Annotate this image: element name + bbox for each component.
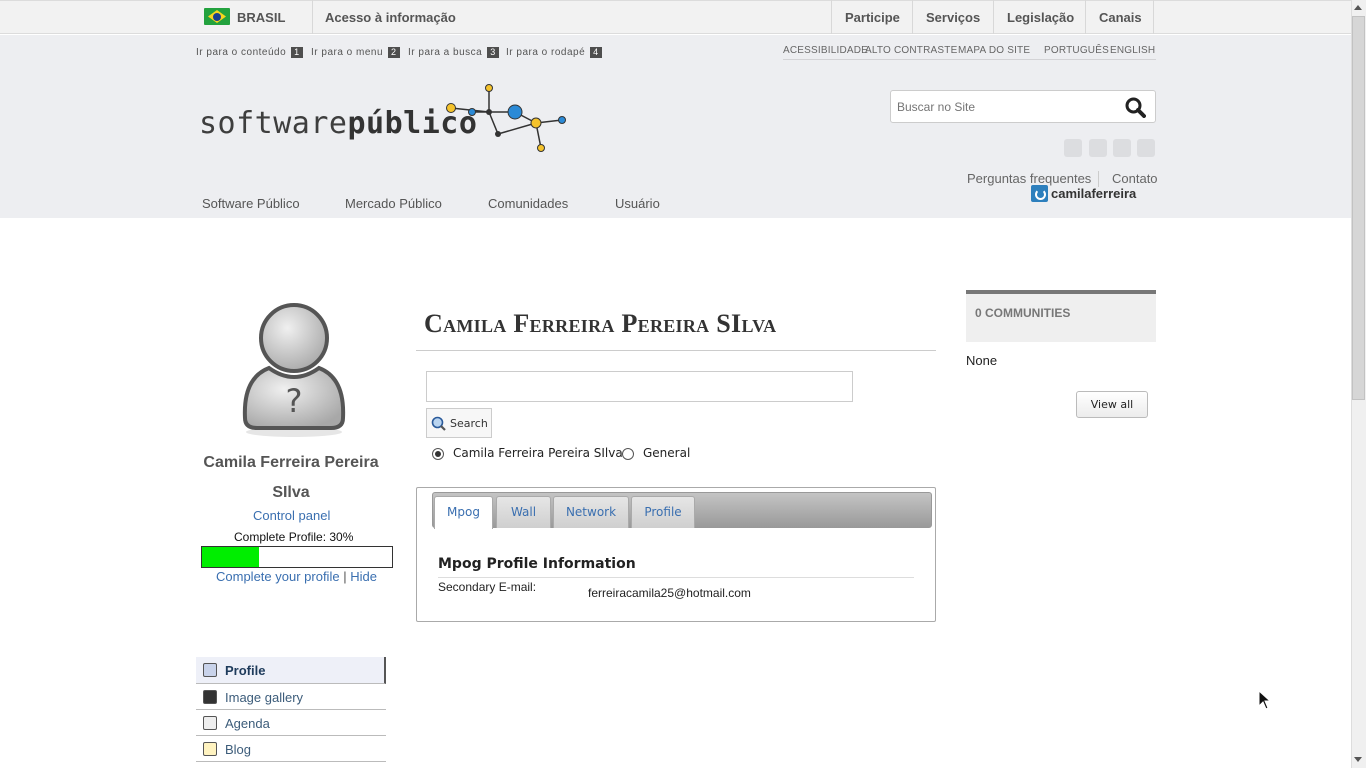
gov-country[interactable]: BRASIL <box>237 10 285 25</box>
skip-to-footer[interactable]: Ir para o rodapé 4 <box>506 47 602 58</box>
search-input[interactable] <box>897 98 1112 116</box>
nav-software-publico[interactable]: Software Público <box>202 196 300 211</box>
scroll-down-icon[interactable] <box>1354 757 1362 762</box>
divider <box>1085 0 1086 34</box>
divider <box>912 0 913 34</box>
lang-portuguese-link[interactable]: PORTUGUÊS <box>1044 45 1109 56</box>
contact-link[interactable]: Contato <box>1112 171 1158 186</box>
profile-progress-bar <box>201 546 393 568</box>
gov-link-participe[interactable]: Participe <box>845 10 900 25</box>
mouse-cursor-icon <box>1258 690 1272 710</box>
facebook-icon[interactable] <box>1113 139 1131 157</box>
radio-scope-general-label: General <box>643 446 691 460</box>
info-section-title: Mpog Profile Information <box>438 556 636 572</box>
high-contrast-link[interactable]: ALTO CONTRASTE <box>865 45 957 56</box>
profile-name: Camila Ferreira Pereira SIlva <box>203 454 379 501</box>
scroll-up-icon[interactable] <box>1354 5 1362 10</box>
view-all-button[interactable]: View all <box>1076 391 1148 418</box>
site-logo[interactable]: softwarepúblico <box>199 106 477 141</box>
progress-fill <box>202 547 259 567</box>
nav-mercado-publico[interactable]: Mercado Público <box>345 196 442 211</box>
divider <box>831 0 832 34</box>
site-search <box>890 90 1156 123</box>
divider <box>416 350 936 351</box>
tab-profile[interactable]: Profile <box>631 496 695 528</box>
calendar-icon <box>203 716 217 730</box>
control-panel-link[interactable]: Control panel <box>253 508 330 523</box>
skip-to-content[interactable]: Ir para o conteúdo 1 <box>196 47 303 58</box>
communities-box: 0 COMMUNITIES <box>966 290 1156 342</box>
side-menu-profile[interactable]: Profile <box>196 657 386 684</box>
divider <box>993 0 994 34</box>
power-icon <box>1031 185 1048 202</box>
profile-completion-actions: Complete your profile | Hide <box>216 569 377 584</box>
accessibility-link[interactable]: ACESSIBILIDADE <box>783 45 868 56</box>
divider <box>438 577 914 578</box>
side-menu-agenda[interactable]: Agenda <box>196 710 386 736</box>
skip-to-search[interactable]: Ir para a busca 3 <box>408 47 499 58</box>
image-gallery-icon <box>203 690 217 704</box>
blog-icon <box>203 742 217 756</box>
svg-text:?: ? <box>286 382 303 420</box>
divider <box>783 59 1156 60</box>
access-info-link[interactable]: Acesso à informação <box>325 10 456 25</box>
avatar: ? <box>242 303 346 437</box>
flickr-icon[interactable] <box>1137 139 1155 157</box>
profile-icon <box>203 663 217 677</box>
gov-bar <box>0 0 1351 34</box>
gov-link-canais[interactable]: Canais <box>1099 10 1142 25</box>
search-icon[interactable] <box>1125 97 1146 118</box>
radio-scope-user[interactable] <box>432 448 444 460</box>
info-key-secondary-email: Secondary E-mail: <box>438 580 537 594</box>
tab-wall[interactable]: Wall <box>496 496 551 528</box>
page-title: Camila Ferreira Pereira SIlva <box>424 309 777 338</box>
youtube-icon[interactable] <box>1089 139 1107 157</box>
faq-link[interactable]: Perguntas frequentes <box>967 171 1091 186</box>
divider <box>312 0 313 34</box>
side-menu-blog[interactable]: Blog <box>196 736 386 762</box>
hide-link[interactable]: Hide <box>350 569 377 584</box>
search-button[interactable]: Search <box>426 408 492 438</box>
twitter-icon[interactable] <box>1064 139 1082 157</box>
user-name: camilaferreira <box>1051 186 1137 201</box>
side-menu-label: Blog <box>225 742 252 757</box>
info-value-secondary-email: ferreiracamila25@hotmail.com <box>588 586 751 600</box>
tab-network[interactable]: Network <box>553 496 629 528</box>
brazil-flag-icon <box>204 8 230 25</box>
complete-profile-link[interactable]: Complete your profile <box>216 569 340 584</box>
scrollbar-thumb[interactable] <box>1352 16 1365 400</box>
radio-scope-user-label: Camila Ferreira Pereira SIlva <box>453 446 623 460</box>
communities-empty: None <box>966 353 998 368</box>
side-menu-label: Profile <box>225 663 266 678</box>
profile-completion-label: Complete Profile: 30% <box>234 530 354 544</box>
search-button-label: Search <box>450 417 488 430</box>
magnifier-icon <box>431 416 446 431</box>
gov-link-servicos[interactable]: Serviços <box>926 10 980 25</box>
profile-search-input[interactable] <box>426 371 853 402</box>
sitemap-link[interactable]: MAPA DO SITE <box>958 45 1030 56</box>
skip-to-menu[interactable]: Ir para o menu 2 <box>311 47 400 58</box>
lang-english-link[interactable]: ENGLISH <box>1110 45 1155 56</box>
divider <box>1153 0 1154 34</box>
communities-header: 0 COMMUNITIES <box>975 306 1071 320</box>
side-menu-label: Agenda <box>225 716 270 731</box>
side-menu-image-gallery[interactable]: Image gallery <box>196 684 386 710</box>
radio-scope-general[interactable] <box>622 448 634 460</box>
gov-link-legislacao[interactable]: Legislação <box>1007 10 1074 25</box>
nav-usuario[interactable]: Usuário <box>615 196 660 211</box>
user-menu[interactable]: camilaferreira <box>1031 185 1136 202</box>
separator: | <box>343 569 347 584</box>
side-menu-label: Image gallery <box>225 690 304 705</box>
logo-network-graphic <box>446 84 566 152</box>
nav-comunidades[interactable]: Comunidades <box>488 196 568 211</box>
tab-mpog[interactable]: Mpog <box>434 496 493 529</box>
